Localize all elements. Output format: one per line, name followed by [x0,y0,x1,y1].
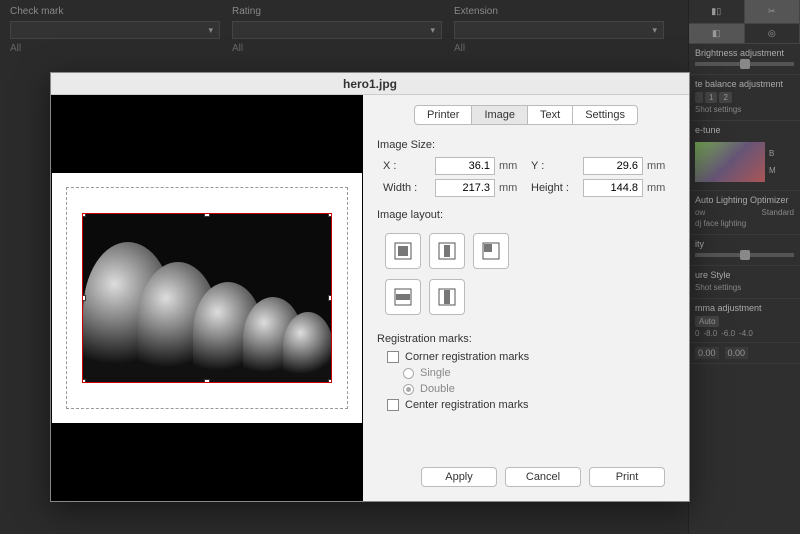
wb-pill[interactable] [695,92,703,103]
time-field[interactable]: 0.00 [725,347,749,359]
resize-handle[interactable] [328,379,332,383]
print-button[interactable]: Print [589,467,665,487]
checkbox-center-marks[interactable] [387,399,399,411]
filter-all: All [10,43,220,54]
input-y[interactable] [583,157,643,175]
wb-pill[interactable]: 2 [719,92,731,103]
heading-layout: Image layout: [377,209,675,221]
label-double: Double [420,383,455,395]
apply-button[interactable]: Apply [421,467,497,487]
resize-handle[interactable] [82,213,86,217]
resize-handle[interactable] [204,379,210,383]
filter-checkmark: Check mark All [10,6,220,54]
resize-handle[interactable] [204,213,210,217]
unit-mm: mm [499,182,527,194]
layout-btn-topleft[interactable] [473,233,509,269]
resize-handle[interactable] [328,295,332,301]
cancel-button[interactable]: Cancel [505,467,581,487]
paper-preview [52,173,362,423]
resize-handle[interactable] [82,295,86,301]
section-clarity: ity [689,235,800,266]
filter-label: Extension [454,6,664,17]
label-y: Y : [531,160,579,172]
layout-btn-stretch-h[interactable] [385,279,421,315]
tab-settings[interactable]: Settings [573,105,638,125]
heading-registration: Registration marks: [377,333,675,345]
dialog-title: hero1.jpg [51,73,689,95]
label-width: Width : [383,182,431,194]
label-single: Single [420,367,451,379]
unit-mm: mm [499,160,527,172]
section-picture-style: ure Style Shot settings [689,266,800,299]
adjustments-panel: ▮▯ ✂ ◧ ◎ Brightness adjustment te balanc… [688,0,800,534]
registration-section: Registration marks: Corner registration … [377,329,675,415]
chevron-down-icon [652,24,657,36]
layout-btn-stretch-v[interactable] [429,279,465,315]
filter-bar: Check mark All Rating All Extension All [0,0,800,60]
filter-rating: Rating All [232,6,442,54]
settings-pane: Printer Image Text Settings Image Size: … [363,95,689,501]
lens-icon: ◎ [768,28,776,39]
image-frame[interactable] [82,213,332,383]
input-height[interactable] [583,179,643,197]
label-x: X : [383,160,431,172]
checkbox-corner-marks[interactable] [387,351,399,363]
clarity-slider[interactable] [695,253,794,257]
input-width[interactable] [435,179,495,197]
resize-handle[interactable] [328,213,332,217]
heading-image-size: Image Size: [377,139,675,151]
input-x[interactable] [435,157,495,175]
unit-mm: mm [647,182,675,194]
label-corner-marks: Corner registration marks [405,351,529,363]
section-brightness: Brightness adjustment [689,44,800,75]
subtab-lens[interactable]: ◎ [745,24,800,43]
print-preview [51,95,363,501]
filter-select[interactable] [454,21,664,39]
section-gamma: mma adjustment Auto 0 -8.0 -6.0 -4.0 [689,299,800,343]
unit-mm: mm [647,160,675,172]
layout-btn-fit[interactable] [385,233,421,269]
layout-btn-center[interactable] [429,233,465,269]
radio-single[interactable] [403,368,414,379]
tab-printer[interactable]: Printer [414,105,472,125]
tab-histogram[interactable]: ▮▯ [689,0,745,23]
label-center-marks: Center registration marks [405,399,529,411]
chevron-down-icon [208,24,213,36]
section-fine-tune: e-tune B M [689,121,800,191]
filter-select[interactable] [232,21,442,39]
color-adjust-box[interactable] [695,142,765,182]
wb-pill[interactable]: 1 [705,92,717,103]
radio-double[interactable] [403,384,414,395]
tab-crop[interactable]: ✂ [745,0,800,23]
filter-extension: Extension All [454,6,664,54]
box-icon: ◧ [712,28,721,39]
tool-tabs: ▮▯ ✂ [689,0,800,24]
filter-select[interactable] [10,21,220,39]
subtab-box[interactable]: ◧ [689,24,745,43]
time-field[interactable]: 0.00 [695,347,719,359]
dialog-buttons: Apply Cancel Print [377,461,675,493]
dialog-tabs: Printer Image Text Settings [414,105,638,125]
auto-button[interactable]: Auto [695,316,719,327]
histogram-icon: ▮▯ [711,6,721,17]
filter-label: Rating [232,6,442,17]
crop-icon: ✂ [768,6,776,17]
resize-handle[interactable] [82,379,86,383]
label-height: Height : [531,182,579,194]
print-dialog: hero1.jpg [50,72,690,502]
section-white-balance: te balance adjustment 1 2 Shot settings [689,75,800,121]
chevron-down-icon [430,24,435,36]
brightness-slider[interactable] [695,62,794,66]
filter-label: Check mark [10,6,220,17]
tab-image[interactable]: Image [472,105,528,125]
section-auto-lighting: Auto Lighting Optimizer owStandard dj fa… [689,191,800,235]
filter-all: All [232,43,442,54]
tab-text[interactable]: Text [528,105,573,125]
filter-all: All [454,43,664,54]
